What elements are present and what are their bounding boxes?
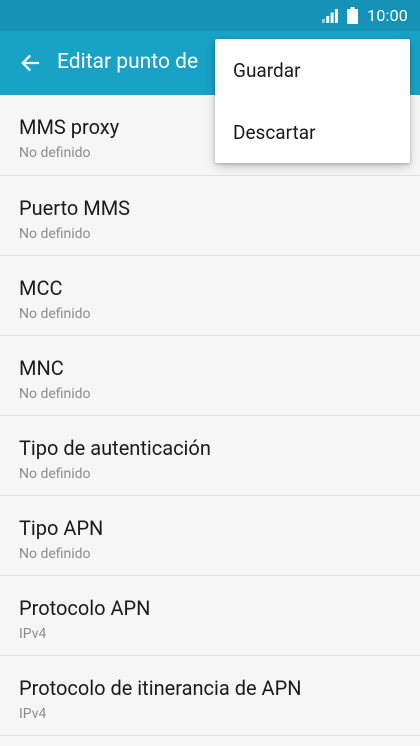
setting-auth-type[interactable]: Tipo de autenticación No definido bbox=[0, 416, 420, 496]
setting-value: No definido bbox=[19, 226, 91, 242]
setting-label: Tipo de autenticación bbox=[19, 436, 211, 460]
setting-value: No definido bbox=[19, 145, 91, 161]
signal-icon bbox=[322, 8, 339, 23]
setting-value: No definido bbox=[19, 546, 91, 562]
setting-apn-roaming-protocol[interactable]: Protocolo de itinerancia de APN IPv4 bbox=[0, 656, 420, 736]
setting-mcc[interactable]: MCC No definido bbox=[0, 256, 420, 336]
status-icons: 10:00 bbox=[322, 4, 408, 27]
setting-label: Protocolo de itinerancia de APN bbox=[19, 676, 302, 700]
page-title: Editar punto de bbox=[57, 50, 199, 74]
arrow-left-icon bbox=[21, 54, 40, 72]
setting-mnc[interactable]: MNC No definido bbox=[0, 336, 420, 416]
back-button[interactable] bbox=[10, 43, 50, 83]
menu-item-label: Descartar bbox=[233, 121, 316, 144]
setting-value: No definido bbox=[19, 386, 91, 402]
status-bar: 10:00 bbox=[0, 0, 420, 31]
status-time: 10:00 bbox=[367, 6, 408, 25]
setting-label: MNC bbox=[19, 356, 64, 380]
setting-mms-port[interactable]: Puerto MMS No definido bbox=[0, 176, 420, 256]
apn-settings-list: MMS proxy No definido Puerto MMS No defi… bbox=[0, 95, 420, 736]
setting-label: MCC bbox=[19, 276, 63, 300]
overflow-menu: Guardar Descartar bbox=[215, 39, 410, 163]
setting-value: No definido bbox=[19, 306, 91, 322]
save-menu-item[interactable]: Guardar bbox=[215, 39, 410, 101]
battery-icon bbox=[347, 7, 359, 24]
setting-apn-protocol[interactable]: Protocolo APN IPv4 bbox=[0, 576, 420, 656]
setting-value: No definido bbox=[19, 466, 91, 482]
setting-label: Tipo APN bbox=[19, 516, 104, 540]
setting-value: IPv4 bbox=[19, 626, 47, 642]
setting-apn-type[interactable]: Tipo APN No definido bbox=[0, 496, 420, 576]
setting-label: Puerto MMS bbox=[19, 196, 131, 220]
setting-label: MMS proxy bbox=[19, 115, 120, 139]
menu-item-label: Guardar bbox=[233, 59, 301, 82]
discard-menu-item[interactable]: Descartar bbox=[215, 101, 410, 163]
setting-value: IPv4 bbox=[19, 706, 47, 722]
setting-label: Protocolo APN bbox=[19, 596, 151, 620]
